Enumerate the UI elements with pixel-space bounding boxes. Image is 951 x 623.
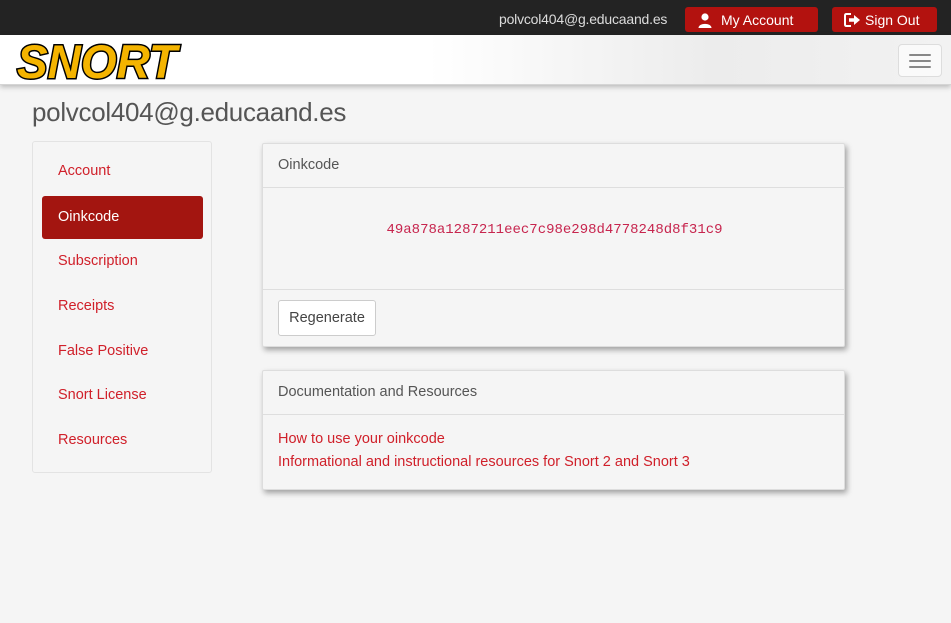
sign-out-button[interactable]: Sign Out (832, 7, 937, 32)
my-account-label: My Account (721, 11, 794, 28)
menu-icon (909, 54, 931, 56)
account-sidebar: Account Oinkcode Subscription Receipts F… (32, 141, 212, 473)
sidebar-item-snort-license[interactable]: Snort License (42, 374, 203, 417)
sidebar-item-resources[interactable]: Resources (42, 419, 203, 462)
svg-text:SNORT: SNORT (17, 37, 181, 84)
sidebar-item-false-positive[interactable]: False Positive (42, 330, 203, 373)
user-icon (697, 12, 713, 28)
sign-out-label: Sign Out (865, 11, 920, 28)
oinkcode-panel-heading: Oinkcode (263, 144, 844, 188)
snort-resources-link[interactable]: Informational and instructional resource… (278, 454, 690, 470)
oinkcode-panel-footer: Regenerate (263, 289, 844, 347)
docs-panel-heading: Documentation and Resources (263, 371, 844, 415)
top-bar: polvcol404@g.educaand.es My Account Sign… (0, 0, 951, 35)
main-navbar: SNORT (0, 34, 951, 90)
snort-logo[interactable]: SNORT (13, 34, 183, 90)
oinkcode-panel: Oinkcode 49a878a1287211eec7c98e298d47782… (262, 143, 845, 347)
sidebar-item-oinkcode[interactable]: Oinkcode (42, 196, 203, 239)
docs-panel: Documentation and Resources How to use y… (262, 370, 845, 490)
sidebar-item-account[interactable]: Account (42, 150, 203, 193)
regenerate-button[interactable]: Regenerate (278, 300, 376, 336)
sidebar-item-subscription[interactable]: Subscription (42, 240, 203, 283)
sidebar-item-receipts[interactable]: Receipts (42, 285, 203, 328)
page-title: polvcol404@g.educaand.es (32, 97, 347, 127)
my-account-button[interactable]: My Account (685, 7, 818, 32)
user-email: polvcol404@g.educaand.es (499, 11, 668, 27)
sign-out-icon (844, 12, 860, 28)
menu-toggle-button[interactable] (898, 44, 942, 77)
oinkcode-value[interactable]: 49a878a1287211eec7c98e298d4778248d8f31c9 (263, 222, 846, 238)
oinkcode-howto-link[interactable]: How to use your oinkcode (278, 431, 445, 447)
